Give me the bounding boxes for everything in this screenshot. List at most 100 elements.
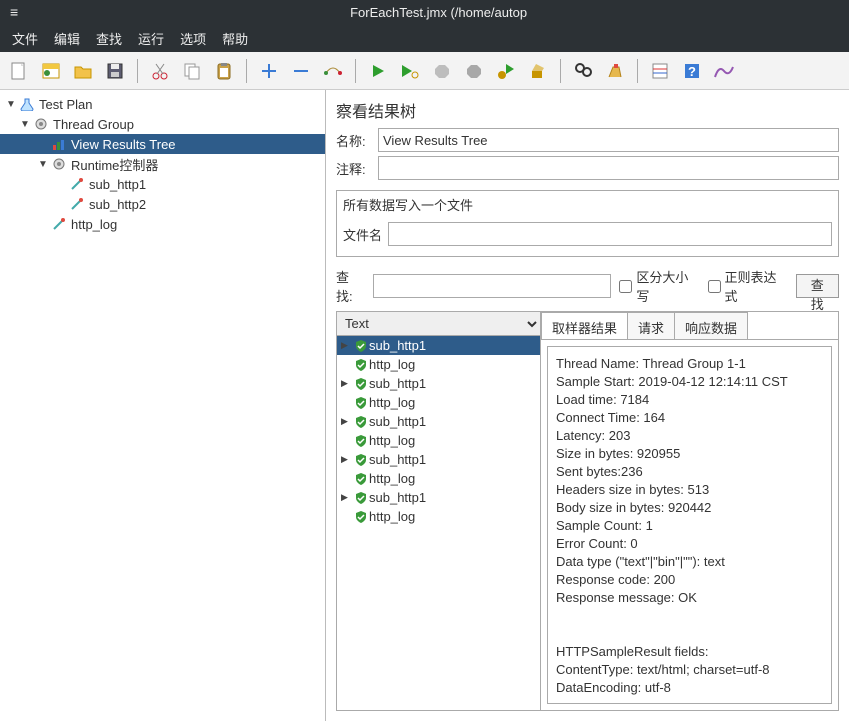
tree-node-runtime-controller[interactable]: ▼ Runtime控制器 <box>0 154 325 174</box>
success-shield-icon <box>353 510 369 524</box>
menu-options[interactable]: 选项 <box>174 27 212 50</box>
result-label: sub_http1 <box>369 338 426 353</box>
open-icon[interactable] <box>70 58 96 84</box>
result-row[interactable]: http_log <box>337 393 540 412</box>
svg-text:?: ? <box>688 64 696 79</box>
tree-node-view-results-tree[interactable]: View Results Tree <box>0 134 325 154</box>
tree-label: Runtime控制器 <box>71 155 164 174</box>
tree-label: sub_http1 <box>89 177 152 192</box>
flask-icon <box>18 96 36 112</box>
expand-icon[interactable]: ▶ <box>341 340 353 351</box>
case-sensitive-checkbox[interactable]: 区分大小写 <box>619 267 699 305</box>
success-shield-icon <box>353 339 369 353</box>
help-icon[interactable]: ? <box>679 58 705 84</box>
expand-icon[interactable]: ▶ <box>341 492 353 503</box>
regex-checkbox[interactable]: 正则表达式 <box>708 267 788 305</box>
panel-title: 察看结果树 <box>336 98 839 122</box>
file-section-legend: 所有数据写入一个文件 <box>343 195 832 214</box>
new-file-icon[interactable] <box>6 58 32 84</box>
render-mode-select[interactable]: Text <box>337 312 540 336</box>
cut-icon[interactable] <box>147 58 173 84</box>
result-row[interactable]: ▶ sub_http1 <box>337 450 540 469</box>
window-title: ForEachTest.jmx (/home/autop <box>28 5 849 20</box>
tree-toggle-icon[interactable]: ▼ <box>4 99 18 110</box>
sampler-detail-text[interactable]: Thread Name: Thread Group 1-1 Sample Sta… <box>547 346 832 704</box>
result-label: sub_http1 <box>369 376 426 391</box>
chart-icon <box>50 136 68 152</box>
search-button[interactable]: 查找 <box>796 274 839 298</box>
tab-response[interactable]: 响应数据 <box>674 312 748 339</box>
result-row[interactable]: ▶ sub_http1 <box>337 374 540 393</box>
tree-toggle-icon[interactable]: ▼ <box>36 159 50 170</box>
filename-input[interactable] <box>388 222 832 246</box>
menu-help[interactable]: 帮助 <box>216 27 254 50</box>
filename-label: 文件名 <box>343 225 382 244</box>
result-row[interactable]: http_log <box>337 469 540 488</box>
result-row[interactable]: ▶ sub_http1 <box>337 336 540 355</box>
menu-bar: 文件 编辑 查找 运行 选项 帮助 <box>0 24 849 52</box>
tree-node-http-log[interactable]: http_log <box>0 214 325 234</box>
menu-search[interactable]: 查找 <box>90 27 128 50</box>
result-label: http_log <box>369 395 415 410</box>
function-helper-icon[interactable] <box>647 58 673 84</box>
result-tabs: 取样器结果 请求 响应数据 <box>541 312 838 340</box>
result-label: sub_http1 <box>369 452 426 467</box>
jmeter-logo-icon[interactable] <box>711 58 737 84</box>
tree-node-sub-http1[interactable]: sub_http1 <box>0 174 325 194</box>
start-no-pause-icon[interactable] <box>397 58 423 84</box>
success-shield-icon <box>353 472 369 486</box>
name-label: 名称: <box>336 131 370 150</box>
expand-icon[interactable] <box>256 58 282 84</box>
result-detail-panel: 取样器结果 请求 响应数据 Thread Name: Thread Group … <box>541 312 838 710</box>
success-shield-icon <box>353 453 369 467</box>
note-label: 注释: <box>336 159 370 178</box>
menu-file[interactable]: 文件 <box>6 27 44 50</box>
menu-run[interactable]: 运行 <box>132 27 170 50</box>
result-row[interactable]: ▶sub_http1 <box>337 412 540 431</box>
tree-node-test-plan[interactable]: ▼ Test Plan <box>0 94 325 114</box>
remote-start-icon[interactable] <box>493 58 519 84</box>
sampler-icon <box>50 216 68 232</box>
tree-toggle-icon[interactable]: ▼ <box>18 119 32 130</box>
name-input[interactable] <box>378 128 839 152</box>
result-row[interactable]: ▶sub_http1 <box>337 488 540 507</box>
gear-icon <box>32 116 50 132</box>
tree-node-thread-group[interactable]: ▼ Thread Group <box>0 114 325 134</box>
results-list-panel: Text ▶sub_http1http_log▶sub_http1http_lo… <box>337 312 541 710</box>
result-row[interactable]: http_log <box>337 355 540 374</box>
clear-icon[interactable] <box>525 58 551 84</box>
search-tb-icon[interactable] <box>570 58 596 84</box>
sampler-icon <box>68 196 86 212</box>
paste-icon[interactable] <box>211 58 237 84</box>
shutdown-icon[interactable] <box>461 58 487 84</box>
result-row[interactable]: http_log <box>337 507 540 526</box>
save-icon[interactable] <box>102 58 128 84</box>
search-input[interactable] <box>373 274 612 298</box>
results-list[interactable]: ▶ sub_http1 http_log ▶ sub_http1 http_log ▶ sub… <box>337 336 540 710</box>
success-shield-icon <box>353 358 369 372</box>
expand-icon[interactable]: ▶ <box>341 378 353 389</box>
collapse-icon[interactable] <box>288 58 314 84</box>
expand-icon[interactable]: ▶ <box>341 454 353 465</box>
start-icon[interactable] <box>365 58 391 84</box>
note-input[interactable] <box>378 156 839 180</box>
toggle-icon[interactable] <box>320 58 346 84</box>
tab-request[interactable]: 请求 <box>627 312 675 339</box>
tree-node-sub-http2[interactable]: sub_http2 <box>0 194 325 214</box>
stop-icon[interactable] <box>429 58 455 84</box>
hamburger-icon[interactable]: ≡ <box>0 4 28 20</box>
result-row[interactable]: http_log <box>337 431 540 450</box>
clear-search-icon[interactable] <box>602 58 628 84</box>
toolbar: ? <box>0 52 849 90</box>
menu-edit[interactable]: 编辑 <box>48 27 86 50</box>
result-label: http_log <box>369 357 415 372</box>
sampler-icon <box>68 176 86 192</box>
expand-icon[interactable]: ▶ <box>341 416 353 427</box>
copy-icon[interactable] <box>179 58 205 84</box>
success-shield-icon <box>353 396 369 410</box>
tree-label: View Results Tree <box>71 137 182 152</box>
tab-sampler-result[interactable]: 取样器结果 <box>541 312 628 339</box>
result-label: http_log <box>369 433 415 448</box>
templates-icon[interactable] <box>38 58 64 84</box>
test-plan-tree[interactable]: ▼ Test Plan ▼ Thread Group View Results … <box>0 90 326 721</box>
